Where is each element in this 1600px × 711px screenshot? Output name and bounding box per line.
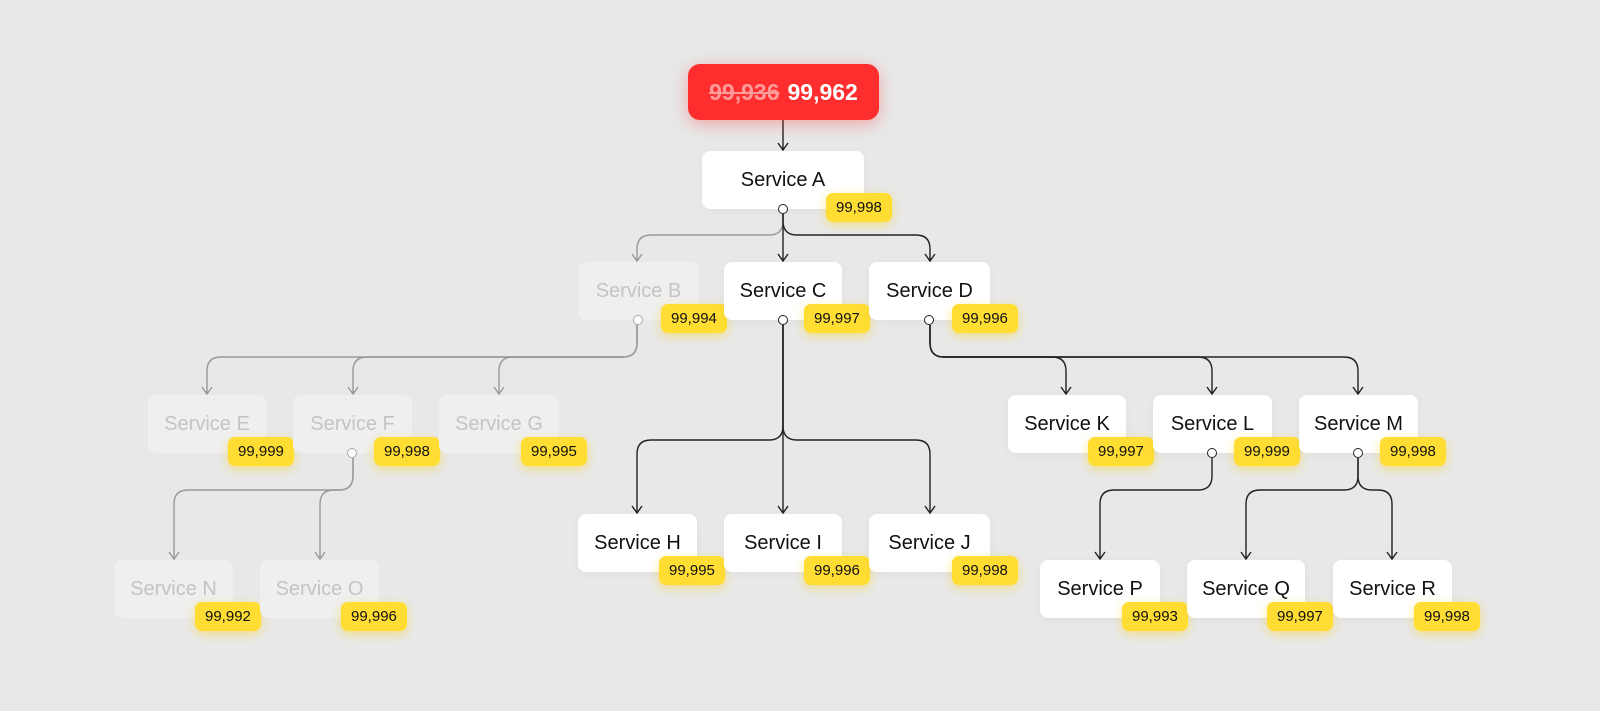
service-label: Service D xyxy=(886,279,973,302)
availability-badge: 99,998 xyxy=(952,556,1018,585)
edge-f-o xyxy=(314,458,354,561)
edge-d-k xyxy=(929,325,1072,396)
availability-badge: 99,995 xyxy=(521,437,587,466)
edge-c-h xyxy=(631,325,784,515)
availability-badge: 99,998 xyxy=(374,437,440,466)
availability-badge: 99,997 xyxy=(1267,602,1333,631)
connector-port-icon xyxy=(1353,447,1363,458)
service-label: Service L xyxy=(1170,412,1255,435)
new-availability: 99,962 xyxy=(787,78,858,105)
edge-d-l xyxy=(929,325,1218,396)
service-label: Service R xyxy=(1349,577,1436,600)
availability-badge: 99,998 xyxy=(1380,437,1446,466)
edge-b-f xyxy=(347,325,638,396)
service-label: Service J xyxy=(888,531,971,554)
availability-badge: 99,997 xyxy=(1088,437,1154,466)
availability-badge: 99,999 xyxy=(1234,437,1300,466)
availability-badge: 99,994 xyxy=(661,304,727,333)
edge-b-e xyxy=(201,325,638,396)
edge-m-r xyxy=(1357,458,1398,561)
edge-a-b xyxy=(631,214,784,263)
service-label: Service G xyxy=(455,412,543,435)
availability-badge: 99,998 xyxy=(826,193,892,222)
availability-summary-badge: 99,936 99,962 xyxy=(688,64,879,120)
service-label: Service B xyxy=(595,279,682,302)
connector-port-icon xyxy=(347,447,357,458)
service-label: Service N xyxy=(130,577,217,600)
service-label: Service Q xyxy=(1202,577,1290,600)
connector-port-icon xyxy=(924,314,934,325)
availability-badge: 99,993 xyxy=(1122,602,1188,631)
availability-badge: 99,999 xyxy=(228,437,294,466)
old-availability: 99,936 xyxy=(709,78,780,105)
edge-b-g xyxy=(493,325,638,396)
service-label: Service F xyxy=(310,412,395,435)
service-label: Service I xyxy=(744,531,822,554)
connector-port-icon xyxy=(777,314,788,325)
availability-badge: 99,997 xyxy=(804,304,870,333)
edge-l-p xyxy=(1094,458,1213,561)
edge-c-j xyxy=(782,325,936,515)
availability-badge: 99,996 xyxy=(804,556,870,585)
availability-badge: 99,995 xyxy=(659,556,725,585)
service-label: Service M xyxy=(1314,412,1403,435)
connector-port-icon xyxy=(633,314,643,325)
service-label: Service C xyxy=(739,279,827,302)
service-label: Service A xyxy=(740,168,826,191)
availability-badge: 99,996 xyxy=(341,602,407,631)
availability-badge: 99,992 xyxy=(195,602,261,631)
connector-port-icon xyxy=(777,203,788,214)
service-label: Service K xyxy=(1024,412,1110,435)
connector-port-icon xyxy=(1207,447,1217,458)
service-label: Service O xyxy=(275,577,364,600)
availability-badge: 99,998 xyxy=(1414,602,1480,631)
edge-d-m xyxy=(929,325,1364,396)
availability-badge: 99,996 xyxy=(952,304,1018,333)
service-label: Service H xyxy=(594,531,681,554)
service-label: Service P xyxy=(1057,577,1143,600)
edge-m-q xyxy=(1240,458,1359,561)
edge-f-n xyxy=(168,458,354,561)
service-label: Service E xyxy=(164,412,250,435)
